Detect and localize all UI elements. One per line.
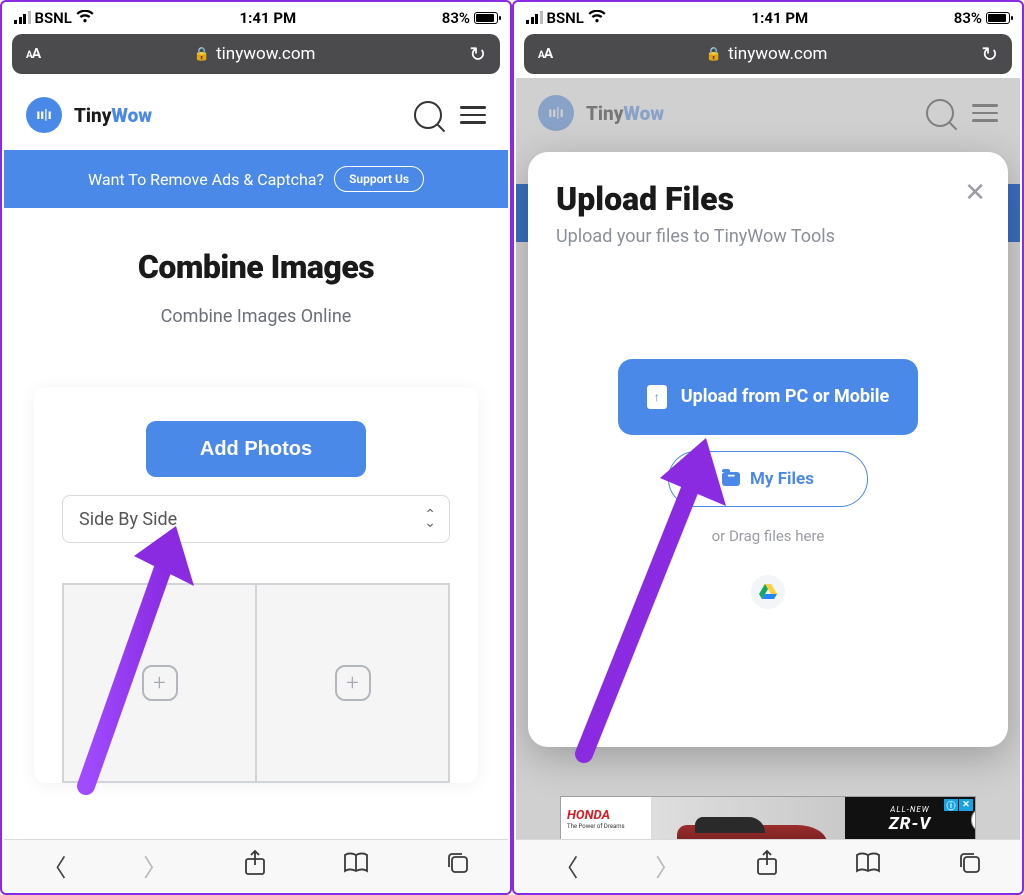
drag-hint: or Drag files here — [556, 527, 980, 545]
brand-logo-icon[interactable]: ıı|ı — [26, 97, 62, 133]
promo-banner: Want To Remove Ads & Captcha? Support Us — [4, 150, 508, 208]
carrier-label: BSNL — [547, 9, 584, 27]
bookmarks-icon[interactable] — [855, 852, 881, 880]
reload-icon[interactable]: ↻ — [967, 42, 1012, 66]
modal-subtitle: Upload your files to TinyWow Tools — [556, 226, 980, 247]
safari-toolbar: 〈 〉 — [516, 839, 1020, 891]
share-icon[interactable] — [244, 850, 266, 882]
battery-icon — [986, 12, 1010, 24]
tabs-icon[interactable] — [446, 851, 470, 881]
banner-text: Want To Remove Ads & Captcha? — [88, 170, 324, 189]
tabs-icon[interactable] — [958, 851, 982, 881]
select-value: Side By Side — [79, 509, 177, 530]
safari-url-bar[interactable]: AA 🔒 tinywow.com ↻ — [12, 34, 500, 74]
preview-grid: + + — [62, 583, 450, 783]
plus-icon: + — [142, 665, 178, 701]
lock-icon: 🔒 — [706, 47, 722, 62]
carrier-label: BSNL — [35, 9, 72, 27]
phone-left: BSNL 1:41 PM 83% AA 🔒 tinywow.com ↻ ıı|ı… — [0, 0, 512, 895]
share-icon[interactable] — [756, 850, 778, 882]
my-files-button[interactable]: My Files — [668, 451, 868, 507]
folder-icon — [722, 472, 740, 486]
wifi-icon — [76, 8, 94, 27]
plus-icon: + — [335, 665, 371, 701]
ad-brand: HONDAThe Power of Dreams — [561, 797, 651, 841]
hamburger-menu-icon[interactable] — [460, 101, 486, 129]
signal-bars-icon — [526, 11, 543, 24]
layout-select[interactable]: Side By Side — [62, 495, 450, 543]
brand-name[interactable]: TinyWow — [74, 104, 152, 127]
back-icon[interactable]: 〈 — [554, 848, 578, 883]
site-header: ıı|ı TinyWow — [4, 80, 508, 150]
upload-modal: ✕ Upload Files Upload your files to Tiny… — [528, 152, 1008, 747]
upload-btn-label: Upload from PC or Mobile — [681, 385, 890, 408]
safari-toolbar: 〈 〉 — [4, 839, 508, 891]
search-icon[interactable] — [414, 101, 442, 129]
my-files-label: My Files — [750, 469, 814, 489]
domain-label: tinywow.com — [216, 44, 315, 64]
domain-label: tinywow.com — [728, 44, 827, 64]
file-upload-icon — [647, 385, 667, 409]
bookmarks-icon[interactable] — [343, 852, 369, 880]
clock: 1:41 PM — [240, 9, 297, 27]
adchoices-icon[interactable]: ⓘ✕ — [944, 799, 973, 811]
add-photos-button[interactable]: Add Photos — [146, 421, 366, 477]
back-icon[interactable]: 〈 — [42, 848, 66, 883]
empty-slot[interactable]: + — [257, 585, 448, 781]
forward-icon: 〉 — [655, 848, 679, 883]
wifi-icon — [588, 8, 606, 27]
page-subtitle: Combine Images Online — [24, 306, 488, 327]
reload-icon[interactable]: ↻ — [455, 42, 500, 66]
ad-banner[interactable]: ⓘ✕ HONDAThe Power of Dreams ALL-NEWZR-V … — [560, 796, 976, 842]
modal-title: Upload Files — [556, 180, 980, 218]
page-title: Combine Images — [24, 248, 488, 286]
text-size-icon[interactable]: AA — [524, 46, 566, 62]
forward-icon: 〉 — [143, 848, 167, 883]
battery-pct: 83% — [442, 9, 470, 27]
select-chevrons-icon — [424, 511, 433, 527]
ios-status-bar: BSNL 1:41 PM 83% — [4, 4, 508, 28]
google-drive-button[interactable] — [751, 575, 785, 609]
battery-pct: 83% — [954, 9, 982, 27]
ios-status-bar: BSNL 1:41 PM 83% — [516, 4, 1020, 28]
lock-icon: 🔒 — [194, 47, 210, 62]
safari-url-bar[interactable]: AA 🔒 tinywow.com ↻ — [524, 34, 1012, 74]
signal-bars-icon — [14, 11, 31, 24]
empty-slot[interactable]: + — [64, 585, 257, 781]
text-size-icon[interactable]: AA — [12, 46, 54, 62]
upload-from-device-button[interactable]: Upload from PC or Mobile — [618, 359, 918, 435]
google-drive-icon — [759, 584, 777, 600]
close-icon[interactable]: ✕ — [964, 178, 986, 208]
tool-card: Add Photos Side By Side + + — [34, 387, 478, 783]
battery-icon — [474, 12, 498, 24]
support-us-button[interactable]: Support Us — [334, 166, 424, 192]
phone-right: BSNL 1:41 PM 83% AA 🔒 tinywow.com ↻ ıı|ı… — [512, 0, 1024, 895]
clock: 1:41 PM — [752, 9, 809, 27]
